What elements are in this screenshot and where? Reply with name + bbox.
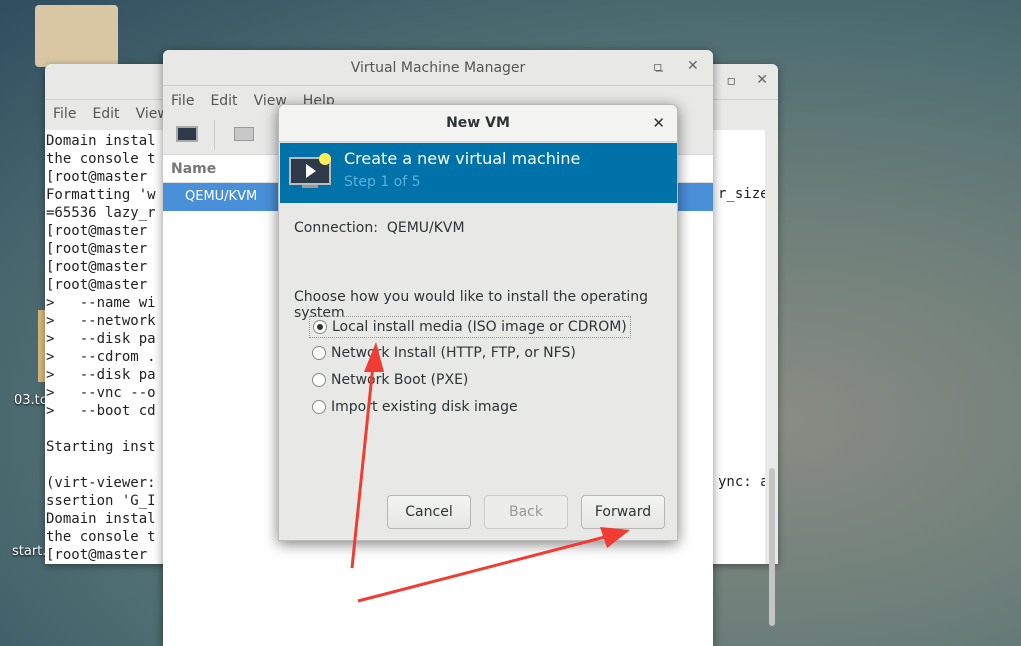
red-arrow-to-forward: [357, 527, 630, 603]
annotation-arrows: [350, 342, 630, 603]
red-arrow-to-local-media: [350, 342, 384, 569]
